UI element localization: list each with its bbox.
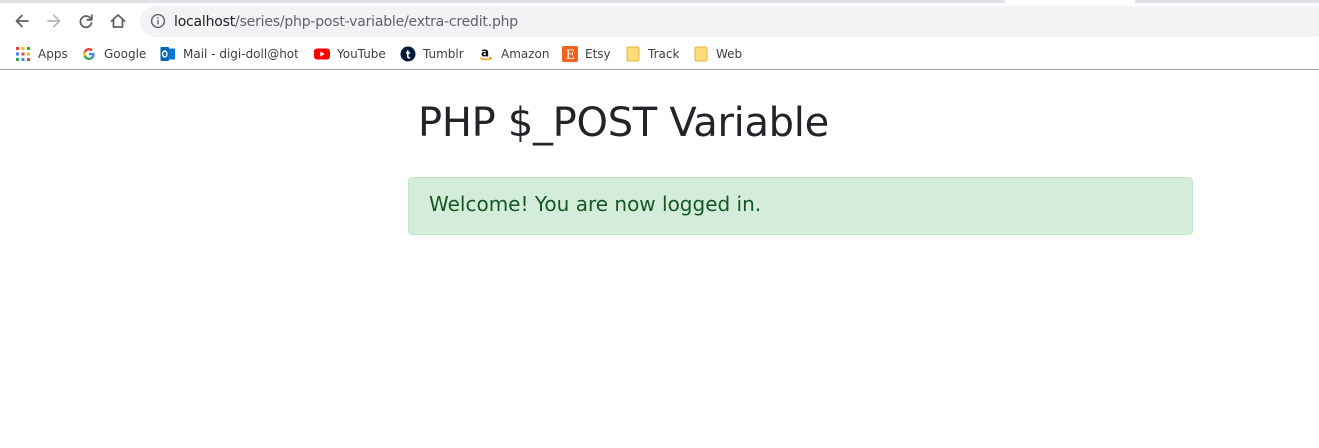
url-text[interactable]: localhost/series/php-post-variable/extra… bbox=[174, 14, 518, 30]
amazon-icon: a bbox=[478, 46, 494, 62]
success-alert: Welcome! You are now logged in. bbox=[408, 177, 1193, 235]
bookmark-label: Web bbox=[716, 47, 743, 61]
bookmark-google[interactable]: Google bbox=[81, 45, 146, 63]
bookmark-label: Apps bbox=[38, 47, 68, 61]
tumblr-icon bbox=[400, 46, 416, 62]
alert-message: Welcome! You are now logged in. bbox=[429, 192, 762, 216]
bookmark-youtube[interactable]: YouTube bbox=[314, 45, 386, 63]
reload-button[interactable] bbox=[72, 7, 100, 35]
svg-text:E: E bbox=[566, 48, 576, 62]
bookmark-mail[interactable]: Mail - digi-doll@hotr bbox=[160, 45, 298, 63]
bookmark-label: Amazon bbox=[501, 47, 550, 61]
svg-text:a: a bbox=[481, 46, 489, 60]
home-button[interactable] bbox=[104, 7, 132, 35]
folder-icon bbox=[625, 46, 641, 62]
outlook-icon bbox=[160, 46, 176, 62]
address-bar[interactable]: localhost/series/php-post-variable/extra… bbox=[140, 6, 1319, 37]
home-icon bbox=[110, 14, 126, 28]
browser-toolbar: localhost/series/php-post-variable/extra… bbox=[0, 3, 1319, 39]
etsy-icon: E bbox=[562, 46, 578, 62]
forward-button[interactable] bbox=[40, 7, 68, 35]
bookmark-label: Google bbox=[104, 47, 147, 61]
url-path: /series/php-post-variable/extra-credit.p… bbox=[235, 14, 518, 30]
apps-grid-icon bbox=[15, 46, 31, 62]
bookmark-label: Track bbox=[648, 47, 680, 61]
folder-icon bbox=[693, 46, 709, 62]
reload-icon bbox=[79, 14, 93, 29]
arrow-right-icon bbox=[47, 14, 61, 28]
arrow-left-icon bbox=[15, 14, 29, 28]
bookmark-label: YouTube bbox=[337, 47, 386, 61]
youtube-icon bbox=[314, 46, 330, 62]
bookmark-track[interactable]: Track bbox=[625, 45, 679, 63]
bookmark-etsy[interactable]: E Etsy bbox=[562, 45, 611, 63]
bookmark-label: Mail - digi-doll@hotr bbox=[183, 47, 298, 61]
bookmark-label: Etsy bbox=[585, 47, 611, 61]
bookmarks-bar: Apps Google Mail - digi-doll@hotr YouTub… bbox=[0, 39, 1319, 70]
page-title: PHP $_POST Variable bbox=[418, 100, 829, 146]
bookmark-label: Tumblr bbox=[423, 47, 464, 61]
bookmark-tumblr[interactable]: Tumblr bbox=[400, 45, 464, 63]
bookmark-amazon[interactable]: a Amazon bbox=[478, 45, 550, 63]
bookmark-web[interactable]: Web bbox=[693, 45, 742, 63]
url-host: localhost bbox=[174, 14, 236, 30]
info-icon[interactable] bbox=[150, 13, 166, 29]
bookmark-apps[interactable]: Apps bbox=[15, 45, 68, 63]
google-icon bbox=[81, 46, 97, 62]
back-button[interactable] bbox=[8, 7, 36, 35]
